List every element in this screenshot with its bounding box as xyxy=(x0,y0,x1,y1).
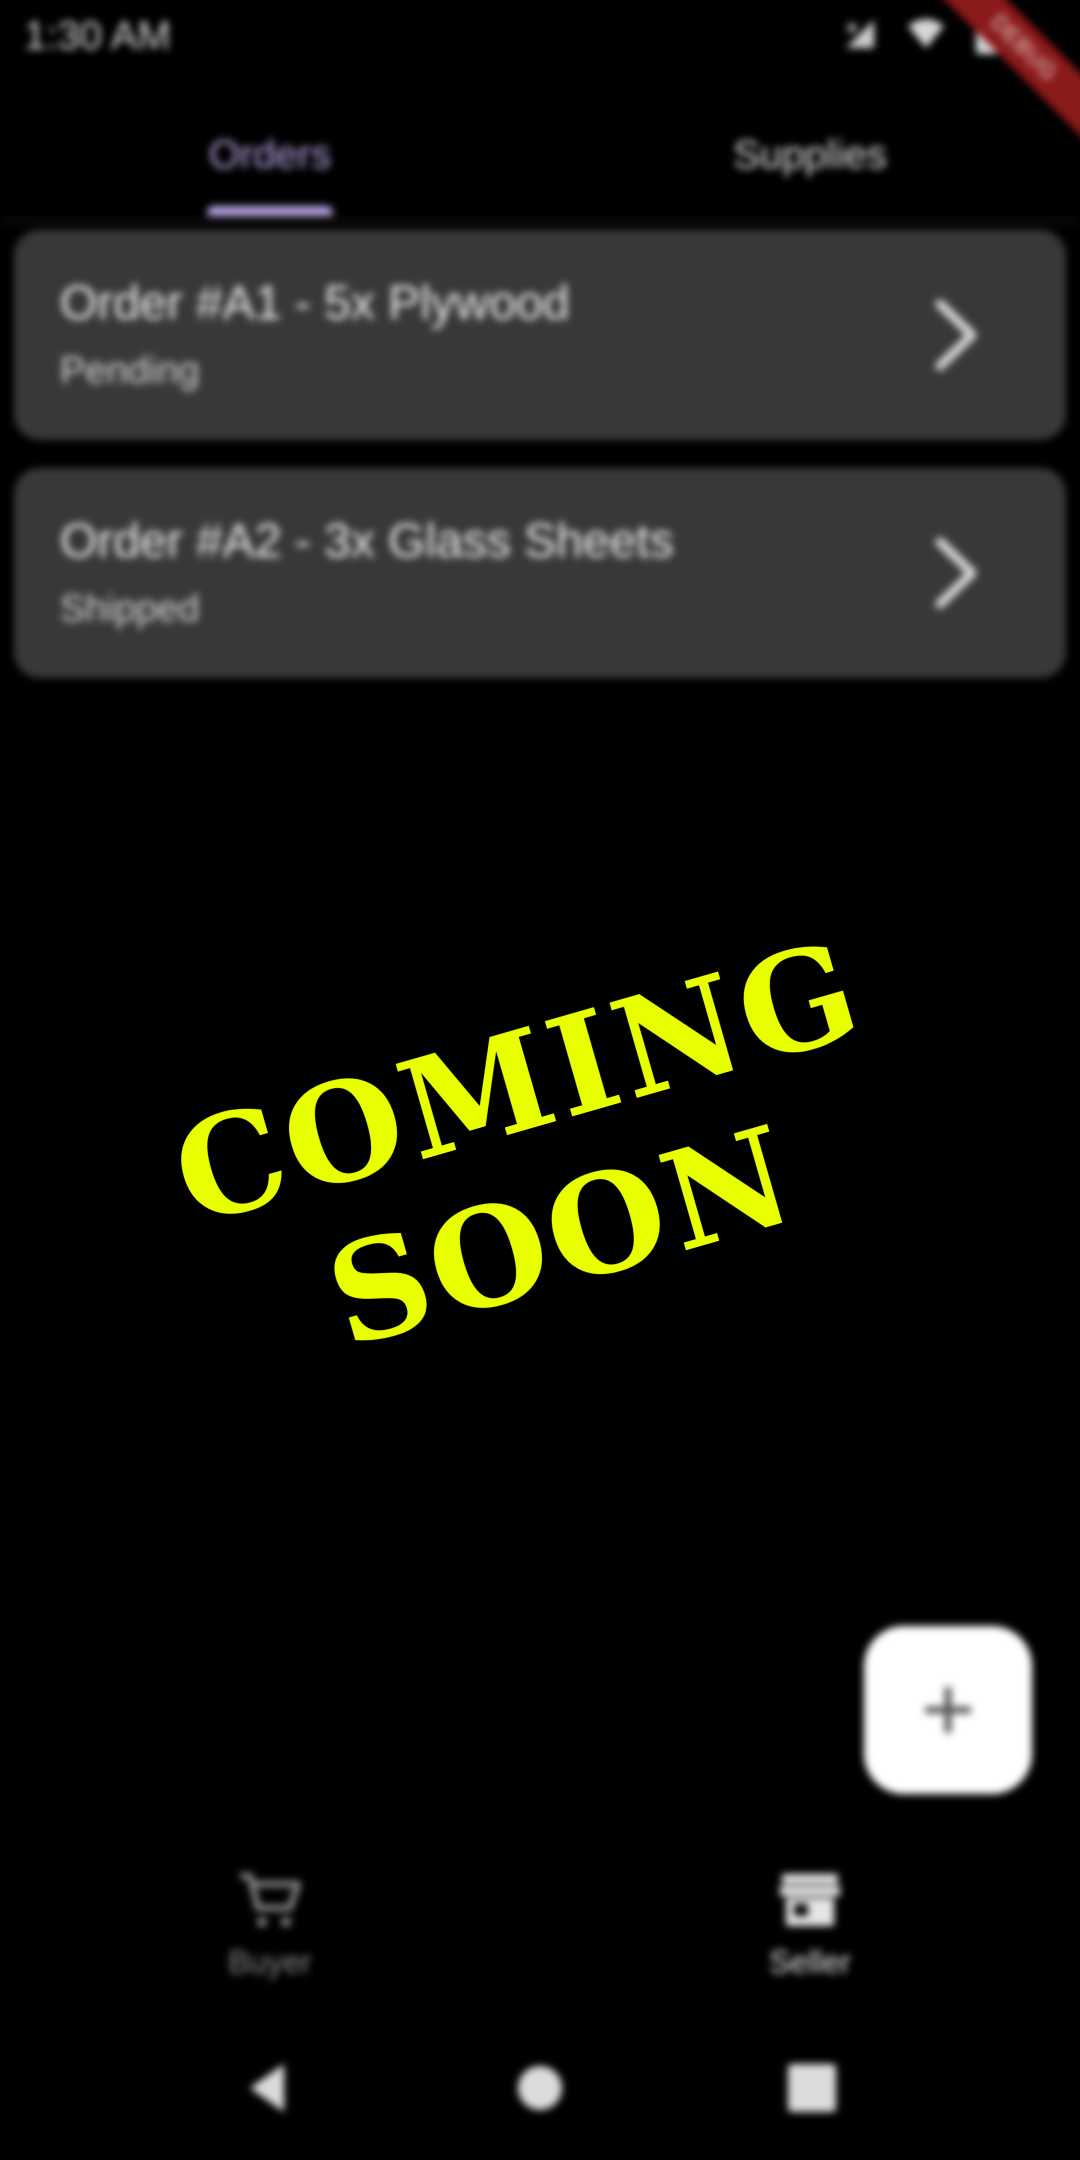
nav-item-seller[interactable]: Seller xyxy=(540,1840,1080,2010)
chevron-right-icon xyxy=(935,537,977,609)
tab-orders[interactable]: Orders xyxy=(0,90,540,220)
back-icon[interactable] xyxy=(236,2056,300,2120)
tab-indicator xyxy=(207,206,333,216)
add-order-button[interactable] xyxy=(864,1626,1032,1794)
cart-icon xyxy=(240,1872,301,1927)
recents-icon[interactable] xyxy=(780,2056,844,2120)
order-status: Shipped xyxy=(60,588,200,630)
nav-label-seller: Seller xyxy=(769,1943,851,1980)
tab-orders-label: Orders xyxy=(208,132,332,177)
plus-icon xyxy=(924,1686,972,1734)
signal-x-icon xyxy=(842,16,878,62)
store-icon xyxy=(780,1873,840,1926)
tab-supplies[interactable]: Supplies xyxy=(540,90,1080,220)
order-card[interactable]: Order #A1 - 5x Plywood Pending xyxy=(14,230,1066,440)
status-time: 1:30 AM xyxy=(24,14,171,58)
order-card[interactable]: Order #A2 - 3x Glass Sheets Shipped xyxy=(14,468,1066,678)
home-icon[interactable] xyxy=(508,2056,572,2120)
status-bar: 1:30 AM DEBUG xyxy=(0,0,1080,149)
system-nav-bar xyxy=(0,2040,1080,2140)
tab-supplies-label: Supplies xyxy=(733,132,887,177)
order-list: Order #A1 - 5x Plywood Pending Order #A2… xyxy=(14,230,1066,706)
order-status: Pending xyxy=(60,350,200,392)
wifi-icon xyxy=(906,16,946,62)
order-title: Order #A1 - 5x Plywood xyxy=(60,277,570,330)
nav-item-buyer[interactable]: Buyer xyxy=(0,1840,540,2010)
chevron-right-icon xyxy=(935,299,977,371)
order-title: Order #A2 - 3x Glass Sheets xyxy=(60,515,674,568)
tab-bar: Orders Supplies xyxy=(0,90,1080,222)
nav-label-buyer: Buyer xyxy=(228,1943,312,1980)
bottom-nav: Buyer Seller xyxy=(0,1840,1080,2010)
